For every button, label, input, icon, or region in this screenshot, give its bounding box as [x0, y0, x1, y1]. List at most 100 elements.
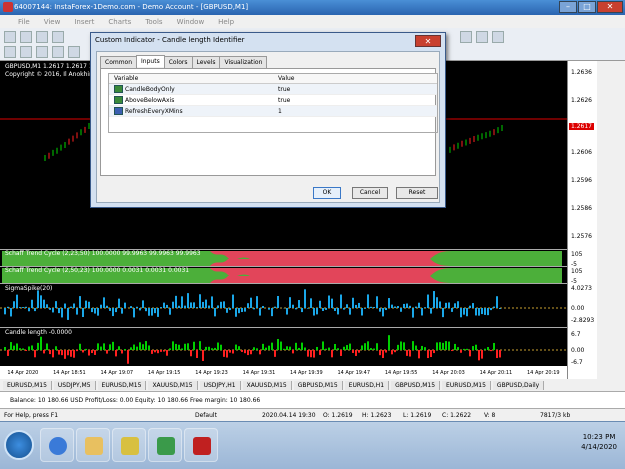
column-value[interactable]: Value — [275, 75, 294, 82]
start-button[interactable] — [4, 430, 34, 460]
table-row[interactable]: CandleBodyOnly true — [109, 84, 437, 95]
tab-levels[interactable]: Levels — [191, 56, 221, 68]
new-chart-icon[interactable] — [4, 31, 16, 43]
sigma-bar — [397, 306, 399, 308]
crosshair-icon[interactable] — [20, 46, 32, 58]
time-label: 14 Apr 19:07 — [100, 369, 134, 376]
length-bar — [58, 350, 60, 355]
vertical-line-icon[interactable] — [36, 46, 48, 58]
sigma-bar — [31, 299, 33, 308]
sigma-bar — [112, 308, 114, 317]
length-bar — [37, 342, 39, 350]
length-bar — [67, 350, 69, 356]
taskbar-app-button[interactable] — [112, 428, 146, 462]
row-value[interactable]: 1 — [275, 108, 282, 115]
sigma-bar — [439, 301, 441, 308]
length-bar — [361, 345, 363, 350]
horizontal-line-icon[interactable] — [52, 46, 64, 58]
menu-file[interactable]: File — [18, 18, 30, 26]
length-bar — [247, 350, 249, 356]
reset-button[interactable]: Reset — [396, 187, 438, 199]
chart-tab[interactable]: EURUSD,M15 — [3, 380, 52, 390]
schaff1-scale-bot: -5 — [571, 261, 577, 268]
cursor-icon[interactable] — [4, 46, 16, 58]
sigma-bar — [340, 294, 342, 308]
taskbar-clock[interactable]: 10:23 PM 4/14/2020 — [581, 432, 617, 452]
menu-help[interactable]: Help — [218, 18, 234, 26]
row-value[interactable]: true — [275, 86, 290, 93]
chart-tab[interactable]: XAUUSD,M15 — [242, 380, 292, 390]
taskbar-mt4-button[interactable] — [148, 428, 182, 462]
length-bar — [178, 344, 180, 350]
sigma-bar — [412, 308, 414, 318]
sigma-bar — [76, 308, 78, 315]
menu-view[interactable]: View — [44, 18, 61, 26]
zoom-in-icon[interactable] — [460, 31, 472, 43]
sigma-bar — [217, 305, 219, 308]
sigma-bar — [430, 308, 432, 314]
chart-tab[interactable]: EURUSD,H1 — [344, 380, 390, 390]
sigma-bar — [175, 295, 177, 308]
dialog-close-button[interactable]: ✕ — [415, 35, 441, 47]
sigma-bar — [253, 308, 255, 310]
tab-inputs[interactable]: Inputs — [136, 55, 165, 67]
candle-scale-bot: -6.7 — [571, 359, 583, 366]
profiles-icon[interactable] — [20, 31, 32, 43]
navigator-icon[interactable] — [52, 31, 64, 43]
taskbar-explorer-button[interactable] — [76, 428, 110, 462]
minimize-button[interactable]: – — [559, 1, 577, 13]
taskbar-ie-button[interactable] — [40, 428, 74, 462]
instaforex-icon — [193, 437, 211, 455]
table-row[interactable]: RefreshEveryXMins 1 — [109, 106, 437, 117]
length-bar — [484, 348, 486, 350]
sigma-spike-panel[interactable] — [0, 283, 567, 326]
row-value[interactable]: true — [275, 97, 290, 104]
sigma-bar — [19, 307, 21, 308]
trendline-icon[interactable] — [68, 46, 80, 58]
time-label: 14 Apr 20:19 — [527, 369, 560, 376]
tab-common[interactable]: Common — [100, 56, 138, 68]
chart-tab[interactable]: USDJPY,H1 — [199, 380, 241, 390]
menu-insert[interactable]: Insert — [74, 18, 94, 26]
taskbar-instaforex-button[interactable] — [184, 428, 218, 462]
maximize-button[interactable]: □ — [578, 1, 596, 13]
length-bar — [436, 342, 438, 350]
sigma-bar — [298, 300, 300, 308]
length-bar — [319, 350, 321, 355]
menu-window[interactable]: Window — [177, 18, 205, 26]
chart-tab[interactable]: GBPUSD,Daily — [492, 380, 545, 390]
length-bar — [337, 348, 339, 350]
market-watch-icon[interactable] — [36, 31, 48, 43]
length-bar — [433, 350, 435, 354]
length-bar — [25, 350, 27, 352]
chart-tab[interactable]: XAUUSD,M15 — [148, 380, 198, 390]
close-button[interactable]: ✕ — [597, 1, 623, 13]
zoom-out-icon[interactable] — [476, 31, 488, 43]
sigma-bar — [58, 308, 60, 314]
sigma-bar — [331, 298, 333, 308]
sigma-bar — [85, 300, 87, 308]
tile-icon[interactable] — [492, 31, 504, 43]
sigma-bar — [445, 302, 447, 308]
status-datetime: 2020.04.14 19:30 — [262, 412, 316, 419]
chart-tab[interactable]: USDJPY,M5 — [53, 380, 96, 390]
cancel-button[interactable]: Cancel — [352, 187, 388, 199]
length-bar — [445, 341, 447, 350]
chart-tab[interactable]: GBPUSD,M15 — [391, 380, 441, 390]
inputs-panel: Variable Value CandleBodyOnly true Above… — [100, 68, 438, 176]
ok-button[interactable]: OK — [313, 187, 341, 199]
table-row[interactable]: AboveBelowAxis true — [109, 95, 437, 106]
tab-visualization[interactable]: Visualization — [219, 56, 268, 68]
sigma-bar — [460, 308, 462, 318]
tab-colors[interactable]: Colors — [163, 56, 193, 68]
sigma-bar — [28, 308, 30, 312]
candle-length-panel[interactable] — [0, 327, 567, 366]
menu-charts[interactable]: Charts — [108, 18, 131, 26]
chart-tab[interactable]: GBPUSD,M15 — [293, 380, 343, 390]
chart-tab[interactable]: EURUSD,M15 — [97, 380, 147, 390]
menu-tools[interactable]: Tools — [145, 18, 162, 26]
chart-tab[interactable]: EURUSD,M15 — [442, 380, 491, 390]
sigma-bar — [130, 306, 132, 308]
sigma-bar — [244, 308, 246, 312]
column-variable[interactable]: Variable — [109, 75, 275, 82]
